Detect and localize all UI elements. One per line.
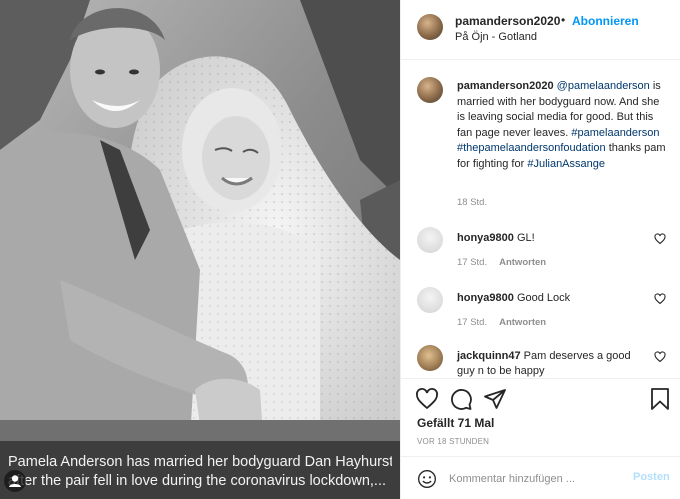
comment-timestamp: 17 Std. [457,317,488,328]
emoji-icon[interactable] [417,469,437,489]
overlay-caption-line2: after the pair fell in love during the c… [8,473,387,489]
caption-hashtag-pamelaanderson[interactable]: #pamelaanderson [571,127,659,139]
post-location[interactable]: På Öjn - Gotland [455,31,537,43]
post-photo[interactable]: Pamela Anderson has married her bodyguar… [0,0,400,499]
comment-heart-icon[interactable] [654,233,666,245]
reply-button[interactable]: Antworten [499,257,546,268]
user-icon [9,475,21,487]
caption-text: pamanderson2020 @pamelaanderson is marri… [457,79,669,172]
comment-input[interactable] [449,470,619,488]
caption-hashtag-foundation[interactable]: #thepamelaandersonfoudation [457,142,606,154]
instagram-post: Pamela Anderson has married her bodyguar… [0,0,680,499]
commenter-username[interactable]: jackquinn47 [457,350,521,362]
comment-heart-icon[interactable] [654,293,666,305]
comment-icon[interactable] [449,387,473,411]
commenter-avatar[interactable] [417,227,443,253]
author-username[interactable]: pamanderson2020 [455,14,560,28]
comment-item: honya9800 Good Lock 17 Std. Antworten [401,287,680,347]
comment-body: Good Lock [516,292,571,304]
heart-icon[interactable] [415,387,439,411]
caption-author-avatar[interactable] [417,77,443,103]
wedding-photo-image [0,0,400,499]
share-icon[interactable] [483,387,507,411]
photo-caption-overlay: Pamela Anderson has married her bodyguar… [0,441,400,499]
reply-button[interactable]: Antworten [499,317,546,328]
comment-text: honya9800 Good Lock [457,291,647,306]
caption-mention[interactable]: @pamelaanderson [557,80,650,92]
commenter-avatar[interactable] [417,287,443,313]
follow-button[interactable]: Abonnieren [572,14,639,28]
comment-meta: 17 Std. Antworten [457,317,546,328]
like-count[interactable]: Gefällt 71 Mal [417,416,494,430]
overlay-caption-line1: Pamela Anderson has married her bodyguar… [8,454,392,470]
comment-heart-icon[interactable] [654,351,666,363]
post-actions: Gefällt 71 Mal VOR 18 STUNDEN Posten [401,378,680,498]
comment-timestamp: 17 Std. [457,257,488,268]
comments-list[interactable]: pamanderson2020 @pamelaanderson is marri… [401,61,680,378]
tagged-users-button[interactable] [4,470,26,492]
caption-username[interactable]: pamanderson2020 [457,80,554,92]
caption-hashtag-julianassange[interactable]: #JulianAssange [527,158,605,170]
commenter-username[interactable]: honya9800 [457,292,514,304]
comment-item: honya9800 GL! 17 Std. Antworten [401,227,680,287]
bookmark-icon[interactable] [649,387,671,411]
post-age: VOR 18 STUNDEN [417,437,490,446]
comment-text: honya9800 GL! [457,231,647,246]
commenter-avatar[interactable] [417,345,443,371]
comment-body: GL! [516,232,535,244]
commenter-username[interactable]: honya9800 [457,232,514,244]
comment-text: jackquinn47 Pam deserves a good guy n to… [457,349,647,378]
author-avatar[interactable] [417,14,443,40]
add-comment-bar: Posten [401,456,680,499]
post-comment-button[interactable]: Posten [633,471,670,483]
comment-item: jackquinn47 Pam deserves a good guy n to… [401,345,680,378]
header-separator: • [561,13,566,27]
comment-meta: 17 Std. Antworten [457,257,546,268]
post-header: pamanderson2020 • Abonnieren På Öjn - Go… [401,0,680,60]
caption-timestamp: 18 Std. [457,197,488,208]
post-side-panel: pamanderson2020 • Abonnieren På Öjn - Go… [400,0,680,499]
